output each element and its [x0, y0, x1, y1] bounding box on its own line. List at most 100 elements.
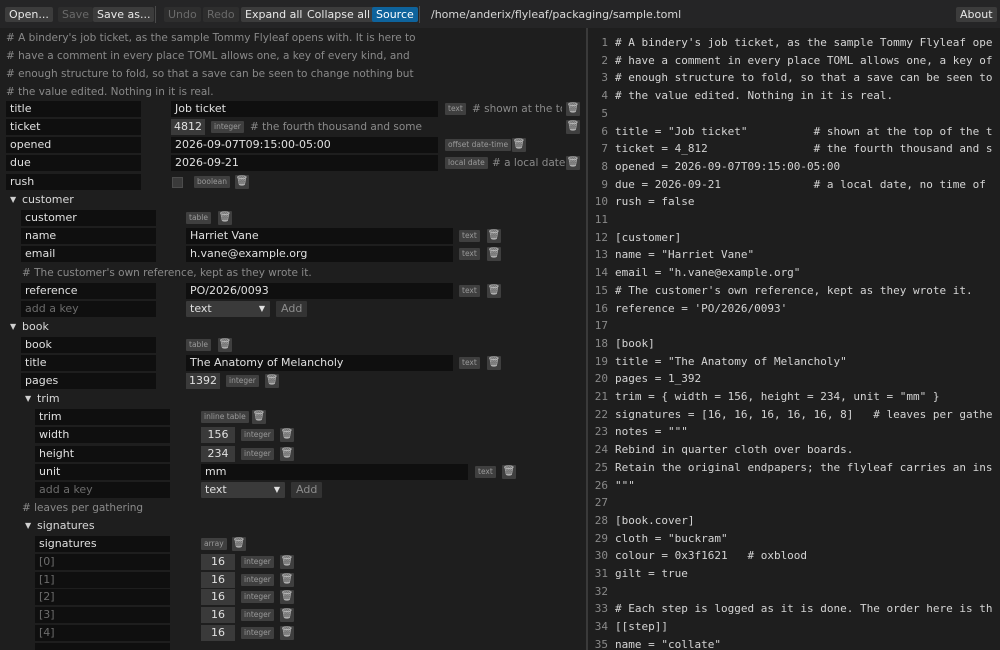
trash-icon[interactable]: 🗑 — [487, 229, 501, 243]
expand-all-button[interactable]: Expand all — [241, 7, 307, 22]
source-line[interactable]: 18 [book] — [588, 335, 1000, 353]
source-line[interactable]: 14 email = "h.vane@example.org" — [588, 264, 1000, 282]
type-select[interactable]: text ▼ — [201, 482, 285, 498]
section-header-trim[interactable]: ▼ trim — [0, 390, 586, 408]
source-line[interactable]: 26 """ — [588, 477, 1000, 495]
integer-field[interactable]: 16 — [201, 625, 235, 641]
integer-field[interactable]: 4812 — [171, 119, 205, 135]
value-field[interactable]: h.vane@example.org — [186, 246, 453, 262]
line-text[interactable]: email = "h.vane@example.org" — [615, 264, 800, 282]
integer-field[interactable]: 156 — [201, 427, 235, 443]
line-text[interactable]: [book.cover] — [615, 512, 694, 530]
source-line[interactable]: 29 cloth = "buckram" — [588, 530, 1000, 548]
source-line[interactable]: 11 — [588, 211, 1000, 229]
trash-icon[interactable]: 🗑 — [218, 211, 232, 225]
chevron-down-icon[interactable]: ▼ — [10, 319, 16, 335]
line-text[interactable]: Rebind in quarter cloth over boards. — [615, 441, 853, 459]
key-field[interactable]: reference — [21, 283, 156, 299]
source-line[interactable]: 17 — [588, 317, 1000, 335]
source-toggle-button[interactable]: Source — [372, 7, 418, 22]
trash-icon[interactable]: 🗑 — [566, 156, 580, 170]
key-field[interactable]: rush — [6, 174, 141, 190]
line-text[interactable]: Retain the original endpapers; the flyle… — [615, 459, 993, 477]
key-field[interactable]: pages — [21, 373, 156, 389]
source-line[interactable]: 30 colour = 0x3f1621 # oxblood — [588, 547, 1000, 565]
trash-icon[interactable]: 🗑 — [265, 374, 279, 388]
add-key-input[interactable]: add a key — [21, 301, 156, 317]
line-text[interactable]: trim = { width = 156, height = 234, unit… — [615, 388, 940, 406]
integer-field[interactable]: 16 — [201, 554, 235, 570]
value-field[interactable]: Harriet Vane — [186, 228, 453, 244]
source-line[interactable]: 20 pages = 1_392 — [588, 370, 1000, 388]
source-line[interactable]: 5 — [588, 105, 1000, 123]
key-field[interactable]: email — [21, 246, 156, 262]
comment-text[interactable]: # The customer's own reference, kept as … — [22, 265, 312, 281]
source-line[interactable]: 25 Retain the original endpapers; the fly… — [588, 459, 1000, 477]
undo-button[interactable]: Undo — [164, 7, 201, 22]
source-line[interactable]: 19 title = "The Anatomy of Melancholy" — [588, 353, 1000, 371]
trash-icon[interactable]: 🗑 — [502, 465, 516, 479]
comment-text[interactable]: # the value edited. Nothing in it is rea… — [6, 84, 214, 100]
line-text[interactable]: signatures = [16, 16, 16, 16, 16, 8] # l… — [615, 406, 993, 424]
inline-comment[interactable]: # shown at the top of the ticket — [472, 101, 562, 117]
comment-text[interactable]: # enough structure to fold, so that a sa… — [6, 66, 414, 82]
key-field[interactable]: width — [35, 427, 170, 443]
value-field[interactable]: The Anatomy of Melancholy — [186, 355, 453, 371]
source-line[interactable]: 12 [customer] — [588, 229, 1000, 247]
line-text[interactable]: """ — [615, 477, 635, 495]
open-button[interactable]: Open... — [5, 7, 53, 22]
value-field[interactable]: PO/2026/0093 — [186, 283, 453, 299]
trash-icon[interactable]: 🗑 — [280, 573, 294, 587]
source-line[interactable]: 10 rush = false — [588, 193, 1000, 211]
key-field[interactable]: unit — [35, 464, 170, 480]
trash-icon[interactable]: 🗑 — [487, 247, 501, 261]
line-text[interactable]: colour = 0x3f1621 # oxblood — [615, 547, 807, 565]
type-select[interactable]: text ▼ — [186, 301, 270, 317]
trash-icon[interactable]: 🗑 — [280, 555, 294, 569]
inline-comment[interactable]: # a local date — [492, 155, 565, 171]
add-key-input[interactable]: add a key — [35, 482, 170, 498]
trash-icon[interactable]: 🗑 — [512, 138, 526, 152]
source-line[interactable]: 3 # enough structure to fold, so that a s… — [588, 69, 1000, 87]
source-line[interactable]: 6 title = "Job ticket" # shown at the top… — [588, 123, 1000, 141]
chevron-down-icon[interactable]: ▼ — [25, 391, 31, 407]
section-header-signatures[interactable]: ▼ signatures — [0, 517, 586, 535]
trash-icon[interactable]: 🗑 — [252, 410, 266, 424]
source-line[interactable]: 2 # have a comment in every place TOML al… — [588, 52, 1000, 70]
key-field[interactable]: name — [21, 228, 156, 244]
line-text[interactable]: [customer] — [615, 229, 681, 247]
line-text[interactable]: title = "The Anatomy of Melancholy" — [615, 353, 847, 371]
key-field[interactable]: title — [21, 355, 156, 371]
integer-field[interactable]: 16 — [201, 607, 235, 623]
source-line[interactable]: 34 [[step]] — [588, 618, 1000, 636]
line-text[interactable]: title = "Job ticket" # shown at the top … — [615, 123, 993, 141]
comment-text[interactable]: # A bindery's job ticket, as the sample … — [6, 30, 416, 46]
source-line[interactable]: 22 signatures = [16, 16, 16, 16, 16, 8] #… — [588, 406, 1000, 424]
line-text[interactable]: reference = 'PO/2026/0093' — [615, 300, 787, 318]
line-text[interactable]: opened = 2026-09-07T09:15:00-05:00 — [615, 158, 840, 176]
add-key-button[interactable]: Add — [291, 482, 323, 498]
save-as-button[interactable]: Save as... — [93, 7, 155, 22]
source-line[interactable]: 4 # the value edited. Nothing in it is re… — [588, 87, 1000, 105]
source-line[interactable]: 32 — [588, 583, 1000, 601]
value-field[interactable]: 2026-09-21 — [171, 155, 438, 171]
key-field[interactable]: height — [35, 446, 170, 462]
trash-icon[interactable]: 🗑 — [487, 284, 501, 298]
source-line[interactable]: 8 opened = 2026-09-07T09:15:00-05:00 — [588, 158, 1000, 176]
source-line[interactable]: 1 # A bindery's job ticket, as the sample… — [588, 34, 1000, 52]
line-text[interactable]: rush = false — [615, 193, 694, 211]
source-line[interactable]: 31 gilt = true — [588, 565, 1000, 583]
source-line[interactable]: 27 — [588, 494, 1000, 512]
boolean-checkbox[interactable] — [172, 177, 183, 188]
line-text[interactable]: # The customer's own reference, kept as … — [615, 282, 973, 300]
trash-icon[interactable]: 🗑 — [235, 175, 249, 189]
key-field[interactable]: book — [21, 337, 156, 353]
source-line[interactable]: 13 name = "Harriet Vane" — [588, 246, 1000, 264]
about-button[interactable]: About — [956, 7, 997, 22]
line-text[interactable]: [book] — [615, 335, 655, 353]
trash-icon[interactable]: 🗑 — [566, 102, 580, 116]
value-field[interactable]: Job ticket — [171, 101, 438, 117]
line-text[interactable]: name = "Harriet Vane" — [615, 246, 754, 264]
save-button[interactable]: Save — [58, 7, 94, 22]
source-line[interactable]: 7 ticket = 4_812 # the fourth thousand an… — [588, 140, 1000, 158]
